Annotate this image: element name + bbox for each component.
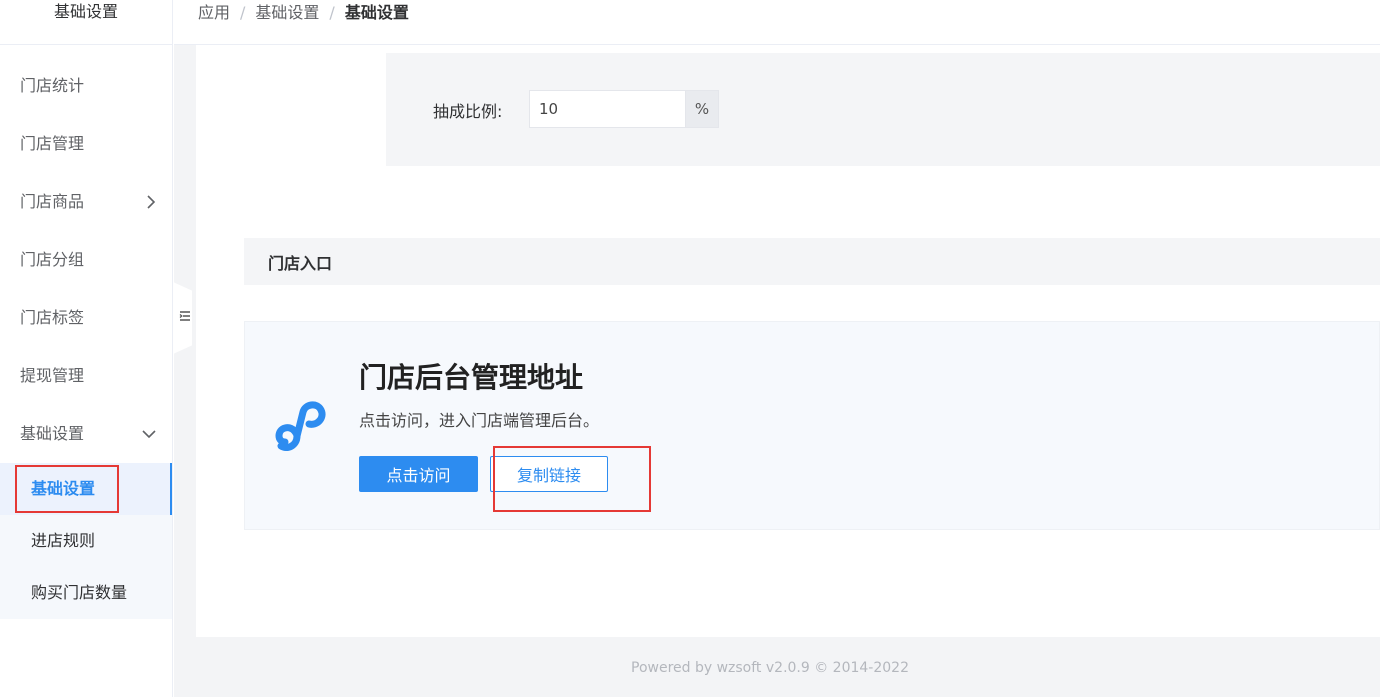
submenu-item-label: 基础设置 [31,479,96,498]
breadcrumb-item-app[interactable]: 应用 [198,3,230,22]
sidebar-item-label: 门店商品 [20,192,85,211]
submenu-item-entry-rules[interactable]: 进店规则 [0,515,172,567]
sidebar-item-label: 提现管理 [20,366,85,385]
visit-button[interactable]: 点击访问 [359,456,478,492]
commission-label: 抽成比例: [433,102,503,121]
sidebar-item-store-stats[interactable]: 门店统计 [0,57,172,115]
sidebar-collapse-handle[interactable] [173,282,192,354]
section-header: 门店入口 [244,238,1380,285]
commission-suffix: % [685,90,719,128]
sidebar-item-store-products[interactable]: 门店商品 [0,173,172,231]
sidebar-item-basic-settings[interactable]: 基础设置 [0,405,172,463]
submenu-item-basic-settings[interactable]: 基础设置 [0,463,172,515]
breadcrumb-current: 基础设置 [344,3,409,22]
breadcrumb-item-basic-settings[interactable]: 基础设置 [255,3,319,22]
entry-title: 门店后台管理地址 [359,361,584,394]
sidebar-menu: 门店统计 门店管理 门店商品 门店分组 门店标签 提现管理 基础设置 [0,57,172,463]
commission-input-group: % [529,90,719,128]
sidebar-item-store-management[interactable]: 门店管理 [0,115,172,173]
sidebar: 基础设置 门店统计 门店管理 门店商品 门店分组 门店标签 提现管理 基础设置 [0,0,173,697]
footer: Powered by wzsoft v2.0.9 © 2014-2022 [174,660,1380,676]
sidebar-item-label: 门店分组 [20,250,85,269]
sidebar-item-label: 门店标签 [20,308,85,327]
sidebar-submenu: 基础设置 进店规则 购买门店数量 [0,463,172,619]
copy-link-button[interactable]: 复制链接 [490,456,608,492]
link-icon [271,396,333,454]
sidebar-item-store-tags[interactable]: 门店标签 [0,289,172,347]
commission-input[interactable] [529,90,685,128]
breadcrumb-separator: / [240,3,246,22]
sidebar-item-label: 基础设置 [20,424,85,443]
chevron-right-icon [146,173,156,231]
collapse-menu-icon [179,310,191,326]
sidebar-header: 基础设置 [0,0,172,45]
section-title: 门店入口 [268,254,333,273]
entry-description: 点击访问，进入门店端管理后台。 [359,411,600,430]
chevron-down-icon [142,405,156,463]
sidebar-header-title: 基础设置 [53,2,118,21]
submenu-item-label: 进店规则 [31,531,96,550]
breadcrumb: 应用 / 基础设置 / 基础设置 [174,0,1380,45]
submenu-item-label: 购买门店数量 [31,583,128,602]
breadcrumb-separator: / [329,3,335,22]
sidebar-item-label: 门店统计 [20,76,85,95]
submenu-item-buy-store-quantity[interactable]: 购买门店数量 [0,567,172,619]
sidebar-item-label: 门店管理 [20,134,85,153]
footer-text: Powered by wzsoft v2.0.9 © 2014-2022 [631,660,909,676]
sidebar-item-store-groups[interactable]: 门店分组 [0,231,172,289]
sidebar-item-withdrawal[interactable]: 提现管理 [0,347,172,405]
